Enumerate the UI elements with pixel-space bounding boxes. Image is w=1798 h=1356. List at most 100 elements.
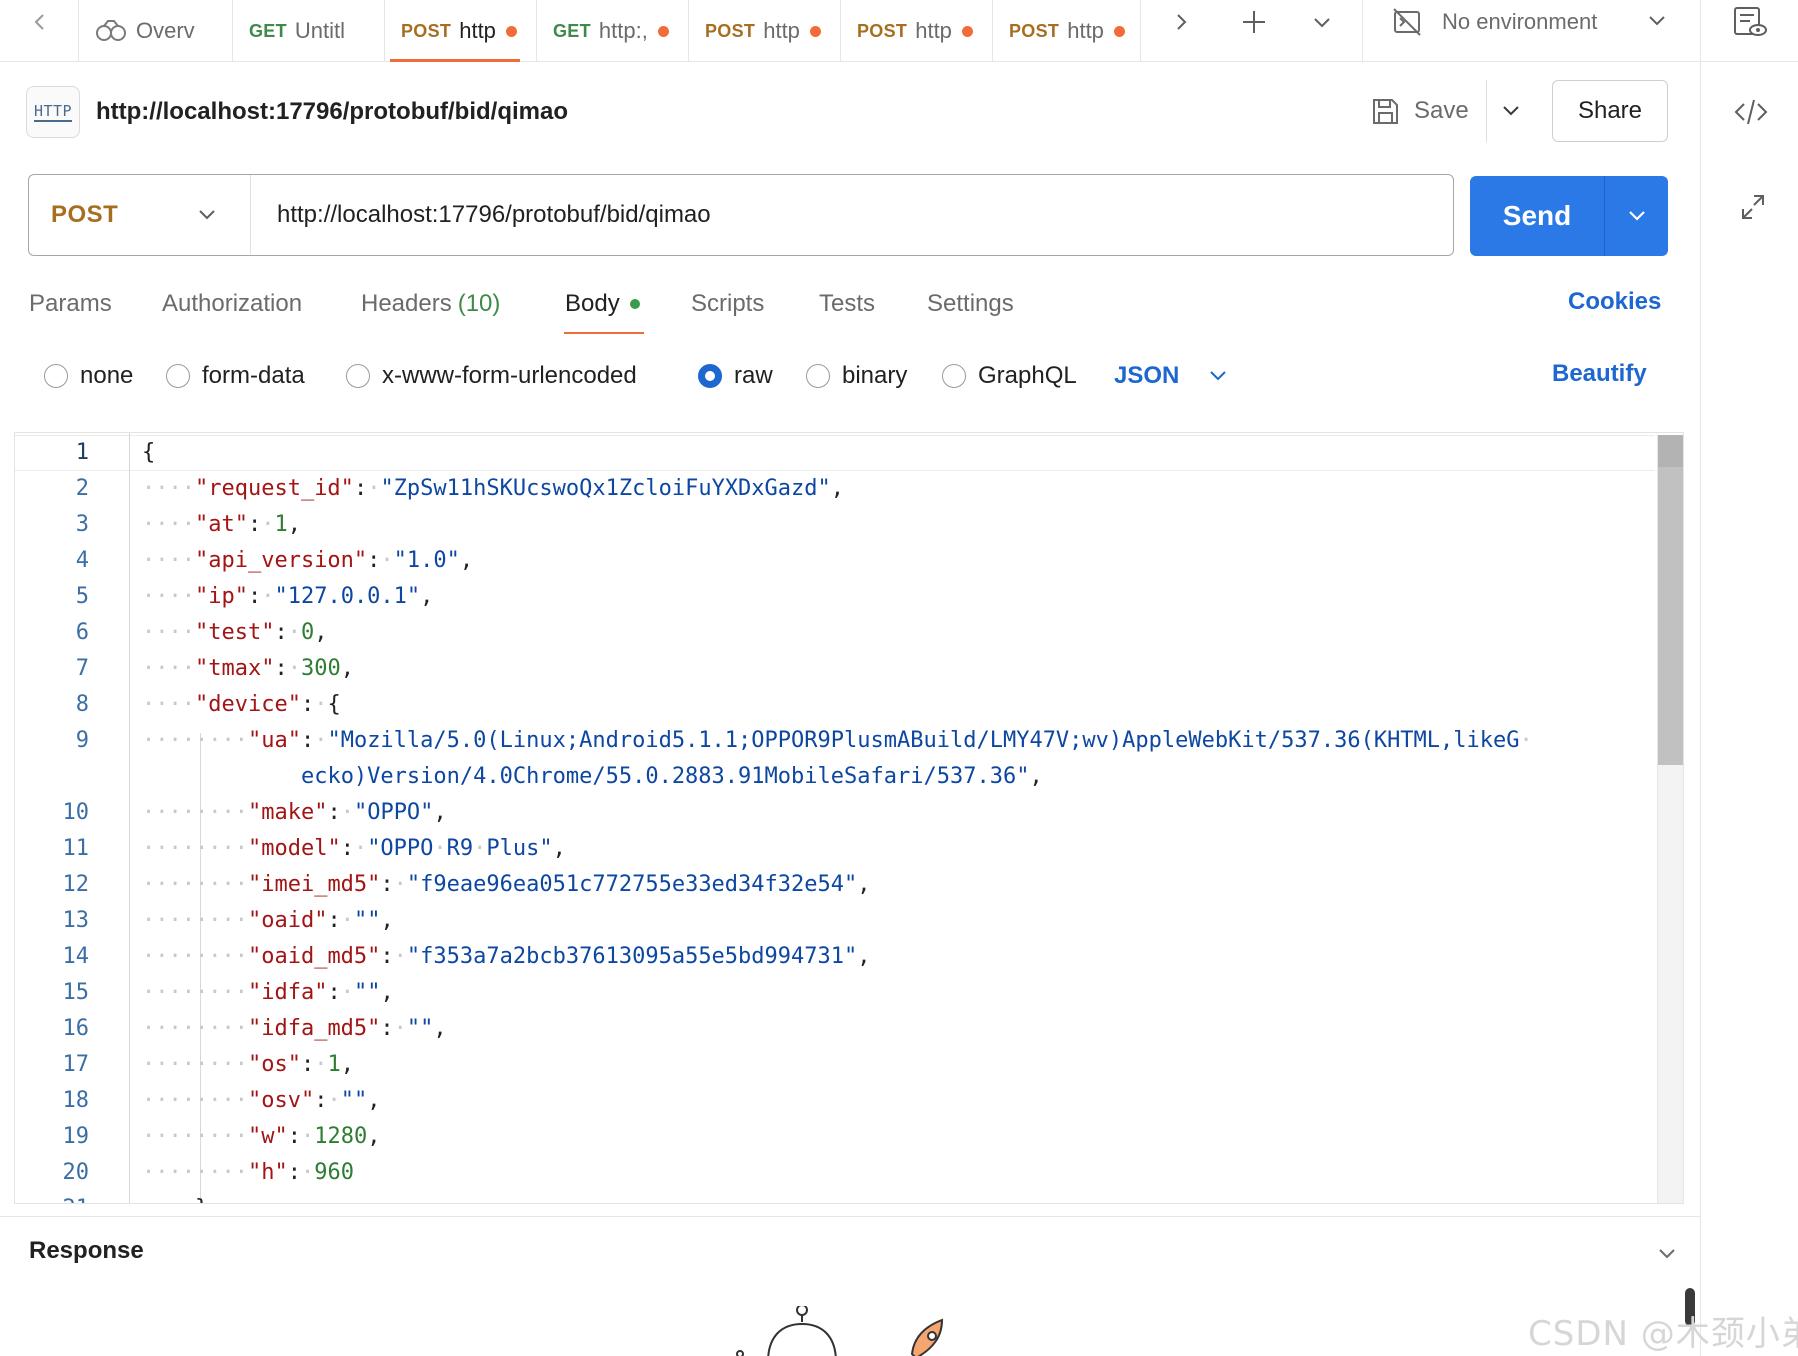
tab-settings[interactable]: Settings [927, 284, 1014, 324]
code-line[interactable]: { [142, 435, 155, 471]
tab-tests[interactable]: Tests [819, 284, 875, 324]
radio-urlencoded[interactable]: x-www-form-urlencoded [346, 358, 637, 394]
radio-raw[interactable]: raw [698, 358, 773, 394]
code-token: "idfa_md5" [247, 1016, 381, 1041]
share-button[interactable]: Share [1552, 80, 1668, 142]
editor-scrollbar[interactable] [1657, 435, 1683, 1203]
code-line[interactable]: ········"oaid":·"", [142, 903, 394, 939]
line-number: 13 [62, 908, 90, 933]
code-token: : [300, 692, 315, 717]
code-line[interactable]: ········"osv":·"", [142, 1083, 380, 1119]
divider [688, 0, 689, 62]
code-token: "" [353, 980, 381, 1005]
code-line[interactable]: ········"oaid_md5":·"f353a7a2bcb37613095… [142, 939, 871, 975]
chevron-down-icon[interactable] [1620, 200, 1654, 232]
radio-binary[interactable]: binary [806, 358, 907, 394]
code-line[interactable]: ····"at":·1, [142, 507, 301, 543]
code-token: , [380, 908, 394, 933]
radio-graphql[interactable]: GraphQL [942, 358, 1077, 394]
code-line[interactable]: ecko)Version/4.0Chrome/55.0.2883.91Mobil… [142, 759, 1043, 795]
chevron-left-icon[interactable] [26, 8, 54, 36]
code-line[interactable]: ········"ua":·"Mozilla/5.0(Linux;Android… [142, 723, 1533, 759]
code-token: : [274, 656, 288, 681]
cookies-link[interactable]: Cookies [1568, 288, 1661, 316]
code-line[interactable]: ········"make":·"OPPO", [142, 795, 447, 831]
line-number: 10 [62, 800, 90, 825]
tab-request[interactable]: GET http:, [553, 0, 679, 62]
save-button[interactable]: Save [1370, 80, 1469, 142]
code-content[interactable]: {····"request_id":·"ZpSw11hSKUcswoQx1Zcl… [129, 433, 1659, 1203]
code-token: "" [353, 908, 381, 933]
tab-request[interactable]: GET Untitl [249, 0, 379, 62]
chevron-down-icon[interactable] [1304, 4, 1340, 40]
code-line[interactable]: ····"device":·{ [142, 687, 341, 723]
tab-request[interactable]: POST http [705, 0, 831, 62]
line-number: 15 [62, 980, 90, 1005]
code-token: "ip" [194, 584, 248, 609]
tab-scripts[interactable]: Scripts [691, 284, 764, 324]
new-tab-plus-icon[interactable] [1236, 4, 1272, 40]
code-token: · [340, 908, 354, 933]
send-button[interactable]: Send [1470, 176, 1668, 256]
right-sidebar [1700, 62, 1798, 1356]
divider [992, 0, 993, 62]
code-line[interactable]: ········"model":·"OPPO·R9·Plus", [142, 831, 566, 867]
line-number: 11 [62, 836, 90, 861]
code-line[interactable]: ····"api_version":·"1.0", [142, 543, 473, 579]
code-snippet-icon[interactable] [1731, 94, 1771, 130]
code-line[interactable]: ····"test":·0, [142, 615, 327, 651]
code-line[interactable]: ····"request_id":·"ZpSw11hSKUcswoQx1Zclo… [142, 471, 844, 507]
radio-label: form-data [202, 362, 305, 389]
scrollbar-thumb[interactable] [1658, 435, 1683, 765]
chevron-down-icon[interactable] [1496, 96, 1526, 126]
request-title[interactable]: http://localhost:17796/protobuf/bid/qima… [96, 98, 568, 126]
code-line[interactable]: ········"idfa":·"", [142, 975, 394, 1011]
code-editor[interactable]: 123456789101112131415161718192021 {····"… [14, 432, 1684, 1204]
tab-request[interactable]: POST http [1009, 0, 1135, 62]
method-select[interactable]: POST [29, 175, 251, 254]
code-token: "api_version" [194, 548, 368, 573]
radio-form-data[interactable]: form-data [166, 358, 305, 394]
environment-quick-look-icon[interactable] [1730, 4, 1770, 40]
code-token: , [367, 1088, 381, 1113]
chevron-right-icon[interactable] [1164, 4, 1200, 40]
code-line[interactable]: ········"w":·1280, [142, 1119, 380, 1155]
code-token: , [1029, 764, 1043, 789]
code-line[interactable]: ····} [142, 1191, 208, 1203]
beautify-link[interactable]: Beautify [1552, 360, 1647, 388]
tab-headers[interactable]: Headers (10) [361, 284, 500, 324]
chevron-down-icon[interactable] [1640, 6, 1674, 36]
code-token: , [857, 872, 871, 897]
code-token: · [287, 620, 301, 645]
code-token: ········ [142, 800, 248, 825]
tab-request[interactable]: POST http [857, 0, 983, 62]
tab-request-active[interactable]: POST http [401, 0, 527, 62]
expand-icon[interactable] [1739, 192, 1767, 222]
tab-method: POST [857, 20, 908, 41]
code-token: ········ [142, 944, 248, 969]
language-label: JSON [1114, 362, 1180, 389]
url-input[interactable]: http://localhost:17796/protobuf/bid/qima… [277, 175, 1427, 254]
code-token: "127.0.0.1" [274, 584, 421, 609]
radio-none[interactable]: none [44, 358, 133, 394]
divider [78, 0, 79, 62]
tab-strip: Overv GET Untitl POST http GET http:, PO… [0, 0, 1798, 62]
tab-params[interactable]: Params [29, 284, 112, 324]
tab-method: POST [705, 20, 756, 41]
chevron-down-icon[interactable] [1652, 1241, 1682, 1267]
code-token: ········ [142, 1016, 248, 1041]
unsaved-dot [505, 25, 517, 37]
code-line[interactable]: ····"ip":·"127.0.0.1", [142, 579, 433, 615]
tab-overview[interactable]: Overv [94, 0, 224, 62]
code-line[interactable]: ····"tmax":·300, [142, 651, 354, 687]
code-line[interactable]: ········"h":·960 [142, 1155, 354, 1191]
code-line[interactable]: ········"imei_md5":·"f9eae96ea051c772755… [142, 867, 871, 903]
language-select[interactable]: JSON [1114, 358, 1231, 394]
tab-authorization[interactable]: Authorization [162, 284, 302, 324]
environment-selector[interactable]: No environment [1392, 0, 1597, 44]
code-token: : [327, 908, 341, 933]
tab-body[interactable]: Body [565, 284, 640, 324]
code-line[interactable]: ········"os":·1, [142, 1047, 354, 1083]
code-line[interactable]: ········"idfa_md5":·"", [142, 1011, 447, 1047]
code-token: : [380, 944, 394, 969]
